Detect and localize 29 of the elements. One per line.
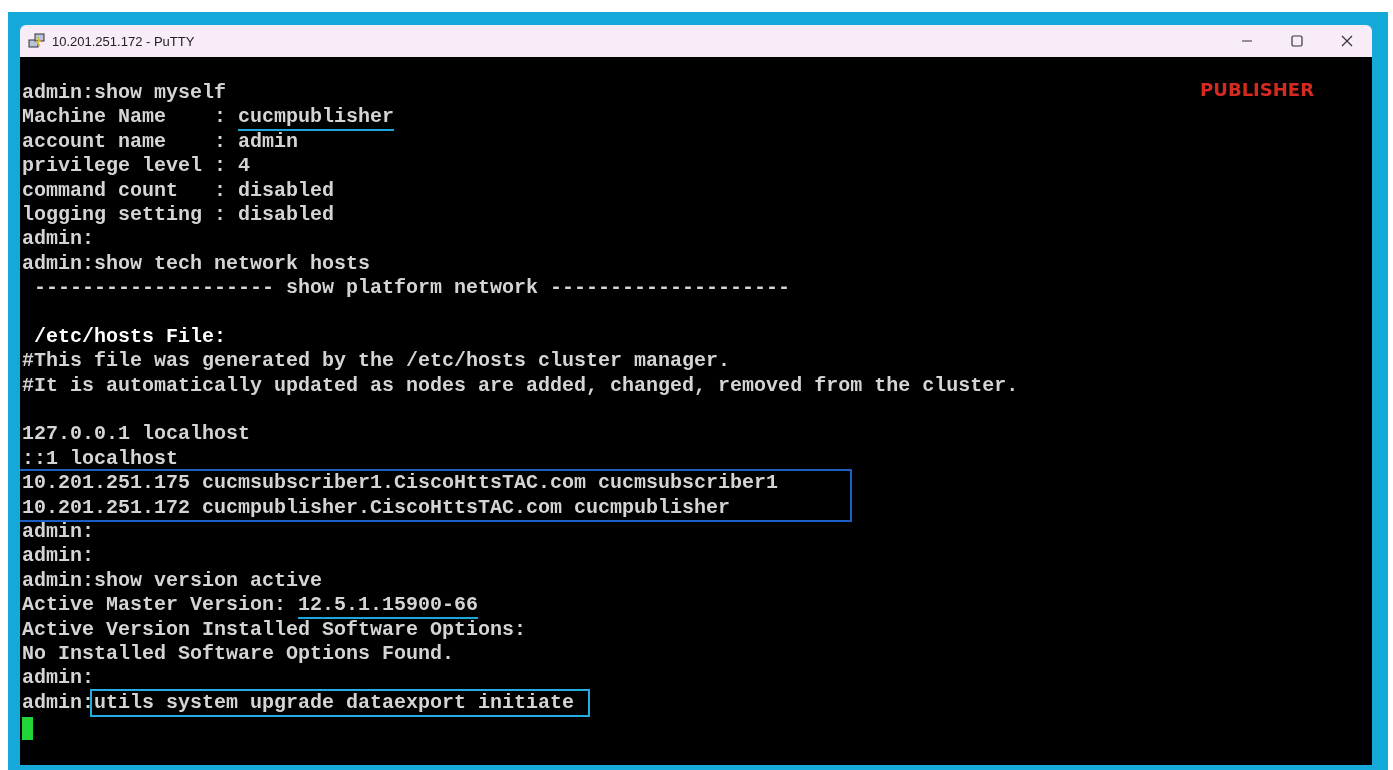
terminal-line: admin:: [22, 520, 94, 545]
terminal-line: /etc/hosts File:: [33, 324, 227, 350]
terminal-line: No Installed Software Options Found.: [22, 642, 455, 667]
publisher-label: PUBLISHER: [1200, 79, 1314, 100]
terminal-line: admin:show tech network hosts: [22, 251, 371, 277]
terminal-line: -------------------- show platform network --------------------: [33, 276, 791, 301]
terminal-line: Active Version Installed Software Options:: [22, 617, 527, 642]
highlighted-command: utils system upgrade dataexport initiate: [90, 688, 591, 717]
terminal-line: #This file was generated by the /etc/hosts cluster manager.: [22, 349, 731, 374]
computers-icon: [28, 32, 46, 50]
terminal-line: account name : admin: [22, 129, 299, 155]
terminal-line: admin:show myself: [22, 81, 227, 106]
terminal-line: admin:: [22, 544, 94, 569]
terminal-line: admin:show version active: [22, 568, 323, 594]
terminal-line: admin:: [22, 227, 94, 252]
terminal-line: 10.201.251.172 cucmpublisher.CiscoHttsTAC.com cucmpublisher: [22, 495, 731, 521]
terminal-line: admin:: [22, 666, 94, 691]
terminal-line: Active Master Version: 12.5.1.15900-66: [22, 593, 479, 618]
terminal-line: command count : disabled: [22, 178, 335, 203]
terminal-line: privilege level : 4: [22, 154, 251, 179]
terminal-line: #It is automatically updated as nodes are added, changed, removed from the cluster.: [22, 373, 1019, 399]
close-icon: [1340, 34, 1354, 48]
maximize-icon: [1290, 34, 1304, 48]
terminal-line: Machine Name : cucmpublisher: [22, 105, 395, 130]
terminal-line: 127.0.0.1 localhost: [22, 422, 251, 447]
terminal-line: 10.201.251.175 cucmsubscriber1.CiscoHttsTAC.com cucmsubscriber1: [22, 471, 779, 496]
terminal-line: ::1 localhost: [22, 446, 179, 472]
terminal-line: logging setting : disabled: [22, 202, 335, 228]
window-title: 10.201.251.172 - PuTTY: [52, 33, 195, 49]
